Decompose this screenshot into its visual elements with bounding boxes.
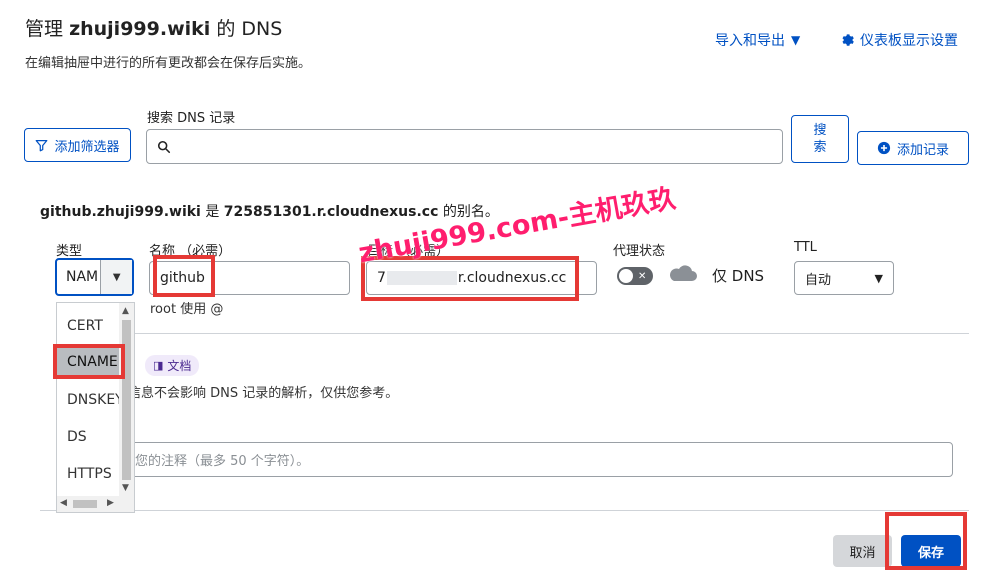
- search-icon: [157, 140, 171, 153]
- target-prefix: 7: [377, 270, 386, 286]
- ttl-label: TTL: [794, 240, 817, 255]
- import-export-label: 导入和导出: [715, 33, 785, 49]
- add-filter-button[interactable]: 添加筛选器: [24, 128, 131, 162]
- type-option-cert[interactable]: CERT: [67, 318, 103, 334]
- page-title: 管理 zhuji999.wiki 的 DNS: [25, 14, 282, 41]
- type-option-ds[interactable]: DS: [67, 429, 87, 445]
- scrollbar-thumb[interactable]: [122, 320, 131, 480]
- horizontal-scrollbar[interactable]: ◀ ▶: [57, 496, 134, 512]
- scroll-up-icon[interactable]: ▲: [122, 306, 129, 316]
- type-select-value: NAM: [66, 269, 99, 285]
- comment-input[interactable]: 您的注释（最多 50 个字符）。: [120, 442, 953, 477]
- proxy-toggle[interactable]: ✕: [617, 267, 653, 285]
- gear-icon: [842, 34, 854, 46]
- ttl-select[interactable]: 自动 ▼: [794, 261, 894, 295]
- name-input[interactable]: github: [149, 261, 350, 295]
- scroll-left-icon[interactable]: ◀: [60, 498, 67, 508]
- save-button[interactable]: 保存: [901, 535, 961, 567]
- caret-down-icon: ▼: [112, 271, 121, 283]
- document-icon: ◨: [153, 359, 164, 372]
- dashboard-settings-label: 仪表板显示设置: [860, 33, 958, 49]
- cancel-button[interactable]: 取消: [833, 535, 892, 567]
- comment-placeholder: 您的注释（最多 50 个字符）。: [135, 454, 310, 469]
- proxy-status-label: 代理状态: [613, 244, 666, 259]
- type-option-https[interactable]: HTTPS: [67, 466, 112, 482]
- search-button[interactable]: 搜 索: [791, 115, 849, 163]
- docs-tag[interactable]: ◨ 文档: [145, 355, 200, 376]
- type-select[interactable]: NAM ▼: [55, 258, 134, 296]
- alias-description: github.zhuji999.wiki 是 725851301.r.cloud…: [40, 201, 499, 221]
- footer-divider: [40, 510, 969, 511]
- redacted-block: [386, 271, 457, 285]
- alias-host: github.zhuji999.wiki: [40, 204, 201, 220]
- ttl-value: 自动: [805, 272, 832, 288]
- add-record-button[interactable]: 添加记录: [857, 131, 969, 165]
- cloud-icon: [670, 265, 697, 281]
- target-label: 目标 （必需）: [367, 244, 450, 259]
- title-domain: zhuji999.wiki: [69, 18, 211, 40]
- type-dropdown: CERT CNAME DNSKEY DS HTTPS ▲ ▼ ◀ ▶: [56, 302, 135, 513]
- title-prefix: 管理: [25, 18, 64, 40]
- target-input[interactable]: 7 r.cloudnexus.cc: [366, 261, 597, 295]
- alias-target: 725851301.r.cloudnexus.cc: [223, 204, 439, 220]
- type-select-arrow[interactable]: ▼: [100, 260, 132, 294]
- page-subtitle: 在编辑抽屉中进行的所有更改都会在保存后实施。: [25, 56, 312, 71]
- vertical-scrollbar[interactable]: ▲ ▼: [119, 303, 134, 496]
- h-scrollbar-thumb[interactable]: [73, 500, 97, 508]
- search-input[interactable]: [146, 129, 783, 164]
- search-label: 搜索 DNS 记录: [147, 111, 236, 126]
- alias-is: 是: [205, 204, 220, 220]
- note-info: 信息不会影响 DNS 记录的解析，仅供您参考。: [128, 386, 399, 401]
- type-label: 类型: [56, 244, 83, 259]
- scroll-down-icon[interactable]: ▼: [122, 483, 129, 493]
- close-icon: ✕: [638, 270, 647, 282]
- filter-icon: [36, 139, 48, 151]
- section-divider: [135, 333, 969, 334]
- dashboard-settings-link[interactable]: 仪表板显示设置: [840, 30, 958, 50]
- name-label: 名称 （必需）: [149, 244, 232, 259]
- docs-tag-label: 文档: [167, 359, 192, 373]
- toggle-knob: [619, 269, 633, 283]
- target-value: r.cloudnexus.cc: [457, 270, 567, 286]
- scroll-right-icon[interactable]: ▶: [107, 498, 114, 508]
- add-filter-label: 添加筛选器: [54, 139, 120, 155]
- name-value: github: [160, 270, 205, 286]
- add-record-label: 添加记录: [896, 142, 949, 158]
- type-option-cname[interactable]: CNAME: [67, 354, 118, 370]
- proxy-status-text: 仅 DNS: [712, 267, 765, 285]
- title-suffix: 的 DNS: [216, 18, 283, 40]
- caret-down-icon: ▼: [874, 271, 883, 285]
- plus-circle-icon: [877, 141, 891, 155]
- alias-tail: 的别名。: [442, 204, 499, 220]
- name-hint: root 使用 @: [150, 302, 224, 317]
- search-button-label: 搜 索: [813, 123, 827, 155]
- caret-down-icon: ▼: [791, 33, 801, 47]
- type-option-dnskey[interactable]: DNSKEY: [67, 392, 124, 408]
- import-export-menu[interactable]: 导入和导出 ▼: [715, 30, 800, 50]
